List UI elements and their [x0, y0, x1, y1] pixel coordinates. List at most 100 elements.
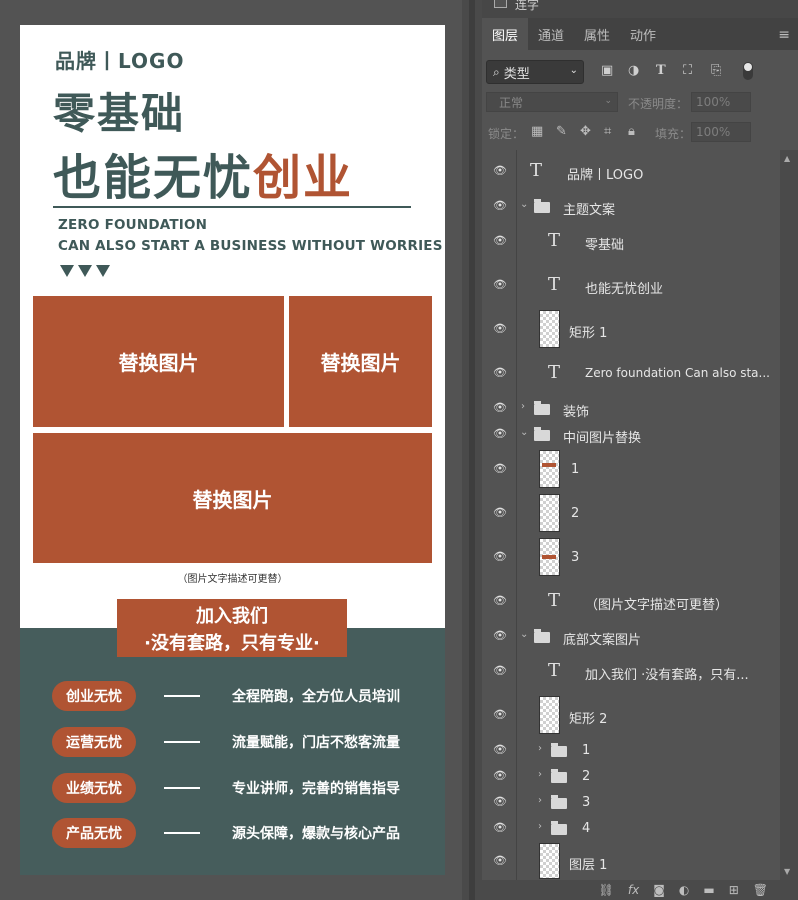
- eye-icon[interactable]: 👁︎: [491, 199, 509, 212]
- mask-icon[interactable]: ◙: [653, 883, 665, 897]
- layer-row-divider: [516, 150, 517, 193]
- canvas-area[interactable]: 品牌丨LOGO 零基础 也能无忧创业 ZERO FOUNDATION CAN A…: [0, 0, 462, 900]
- layer-row[interactable]: 👁︎ 2: [482, 491, 780, 536]
- layer-name: 主题文案: [563, 203, 616, 218]
- layer-row-divider: [516, 841, 517, 880]
- lock-position-icon[interactable]: ✥: [580, 124, 591, 139]
- layer-group-row[interactable]: 👁︎ › 4: [482, 815, 780, 842]
- join-us-banner: 加入我们 ·没有套路，只有专业·: [117, 599, 347, 657]
- lock-all-icon[interactable]: 🔒︎: [628, 124, 635, 139]
- eye-icon[interactable]: 👁︎: [491, 821, 509, 834]
- layer-group-row[interactable]: 👁︎ ⌄ 中间图片替换: [482, 421, 780, 448]
- trash-icon[interactable]: 🗑︎: [753, 883, 768, 897]
- chevron-down-icon[interactable]: ⌄: [520, 427, 528, 438]
- adjustment-layer-icon[interactable]: ◐: [679, 883, 689, 897]
- layer-row-divider: [516, 623, 517, 649]
- eye-icon[interactable]: 👁︎: [491, 234, 509, 247]
- scroll-up-icon[interactable]: ▲: [784, 154, 790, 163]
- panel-menu-icon[interactable]: ≡: [778, 27, 790, 43]
- shape-filter-icon[interactable]: ⛶: [683, 63, 692, 78]
- layer-row-divider: [516, 815, 517, 841]
- ligature-checkbox[interactable]: [494, 0, 507, 8]
- tab-channels[interactable]: 通道: [528, 18, 574, 50]
- eye-icon[interactable]: 👁︎: [491, 366, 509, 379]
- layer-row[interactable]: 👁︎ 图层 1: [482, 841, 780, 880]
- type-filter-icon[interactable]: T: [656, 63, 666, 78]
- link-icon[interactable]: ⛓: [599, 883, 614, 897]
- chevron-right-icon[interactable]: ›: [521, 401, 525, 412]
- layer-group-row[interactable]: 👁︎ › 3: [482, 789, 780, 816]
- layer-row[interactable]: 👁︎ T 零基础: [482, 219, 780, 264]
- eye-icon[interactable]: 👁︎: [491, 462, 509, 475]
- tab-layers[interactable]: 图层: [482, 18, 529, 50]
- feature-tag: 运营无忧: [52, 727, 136, 757]
- layer-name: Zero foundation Can also sta...: [585, 366, 770, 380]
- feature-dash: [164, 832, 200, 834]
- canvas-scrollbar-track[interactable]: [469, 0, 475, 900]
- chevron-right-icon[interactable]: ›: [538, 795, 542, 806]
- poster-artboard[interactable]: 品牌丨LOGO 零基础 也能无忧创业 ZERO FOUNDATION CAN A…: [20, 25, 445, 875]
- layers-scrollbar[interactable]: ▲ ▼: [780, 150, 798, 880]
- blend-mode-select[interactable]: 正常 ⌄: [486, 92, 618, 112]
- eye-icon[interactable]: 👁︎: [491, 664, 509, 677]
- lock-artboard-icon[interactable]: ⌗: [604, 124, 611, 139]
- layer-group-row[interactable]: 👁︎ › 1: [482, 737, 780, 764]
- eye-icon[interactable]: 👁︎: [491, 795, 509, 808]
- layer-row[interactable]: 👁︎ T 加入我们 ·没有套路，只有...: [482, 649, 780, 694]
- canvas-scrollbar[interactable]: [462, 0, 482, 900]
- folder-icon: [551, 821, 567, 835]
- layer-row[interactable]: 👁︎ 矩形 2: [482, 693, 780, 738]
- eye-icon[interactable]: 👁︎: [491, 769, 509, 782]
- tab-actions[interactable]: 动作: [620, 18, 666, 50]
- eye-icon[interactable]: 👁︎: [491, 401, 509, 414]
- eye-icon[interactable]: 👁︎: [491, 550, 509, 563]
- eye-icon[interactable]: 👁︎: [491, 708, 509, 721]
- eye-icon[interactable]: 👁︎: [491, 594, 509, 607]
- chevron-right-icon[interactable]: ›: [538, 769, 542, 780]
- layer-row[interactable]: 👁︎ T （图片文字描述可更替）: [482, 579, 780, 624]
- chevron-right-icon[interactable]: ›: [538, 743, 542, 754]
- image-filter-icon[interactable]: ▣: [601, 63, 613, 78]
- scroll-down-icon[interactable]: ▼: [784, 867, 790, 876]
- layer-name: 矩形 2: [569, 712, 608, 727]
- eye-icon[interactable]: 👁︎: [491, 322, 509, 335]
- layer-filter-select[interactable]: ⌕ 类型 ⌄: [486, 60, 584, 84]
- eye-icon[interactable]: 👁︎: [491, 506, 509, 519]
- layer-name: 矩形 1: [569, 326, 608, 341]
- lock-image-icon[interactable]: ✎: [556, 124, 567, 139]
- adjustment-filter-icon[interactable]: ◑: [628, 63, 639, 78]
- text-layer-icon: T: [548, 362, 561, 383]
- chevron-down-icon[interactable]: ⌄: [520, 629, 528, 640]
- eye-icon[interactable]: 👁︎: [491, 743, 509, 756]
- eye-icon[interactable]: 👁︎: [491, 854, 509, 867]
- fill-field[interactable]: 100%: [691, 122, 751, 142]
- chevron-right-icon[interactable]: ›: [538, 821, 542, 832]
- new-group-icon[interactable]: ▬: [703, 883, 714, 897]
- eye-icon[interactable]: 👁︎: [491, 427, 509, 440]
- layer-group-row[interactable]: 👁︎ ⌄ 底部文案图片: [482, 623, 780, 650]
- smart-object-filter-icon[interactable]: ⎘: [711, 63, 721, 78]
- eye-icon[interactable]: 👁︎: [491, 278, 509, 291]
- layer-group-row[interactable]: 👁︎ › 装饰: [482, 395, 780, 422]
- feature-tag: 产品无忧: [52, 818, 136, 848]
- layer-row[interactable]: 👁︎ 3: [482, 535, 780, 580]
- opacity-field[interactable]: 100%: [691, 92, 751, 112]
- layer-name: （图片文字描述可更替）: [585, 598, 729, 613]
- layer-row[interactable]: 👁︎ T Zero foundation Can also sta...: [482, 351, 780, 396]
- layer-row[interactable]: 👁︎ T 也能无忧创业: [482, 263, 780, 308]
- layer-group-row[interactable]: 👁︎ ⌄ 主题文案: [482, 193, 780, 220]
- tab-properties[interactable]: 属性: [574, 18, 620, 50]
- lock-transparent-icon[interactable]: ▦: [531, 124, 543, 139]
- fx-icon[interactable]: fx: [628, 883, 639, 897]
- eye-icon[interactable]: 👁︎: [491, 164, 509, 177]
- feature-dash: [164, 787, 200, 789]
- eye-icon[interactable]: 👁︎: [491, 629, 509, 642]
- layer-group-row[interactable]: 👁︎ › 2: [482, 763, 780, 790]
- layer-row[interactable]: 👁︎ T 品牌丨LOGO: [482, 150, 780, 194]
- layer-row[interactable]: 👁︎ 1: [482, 447, 780, 492]
- filter-toggle-switch[interactable]: [743, 62, 753, 80]
- join-us-title: 加入我们: [196, 606, 268, 627]
- layer-row[interactable]: 👁︎ 矩形 1: [482, 307, 780, 352]
- new-layer-icon[interactable]: ⊞: [729, 883, 739, 897]
- chevron-down-icon[interactable]: ⌄: [520, 199, 528, 210]
